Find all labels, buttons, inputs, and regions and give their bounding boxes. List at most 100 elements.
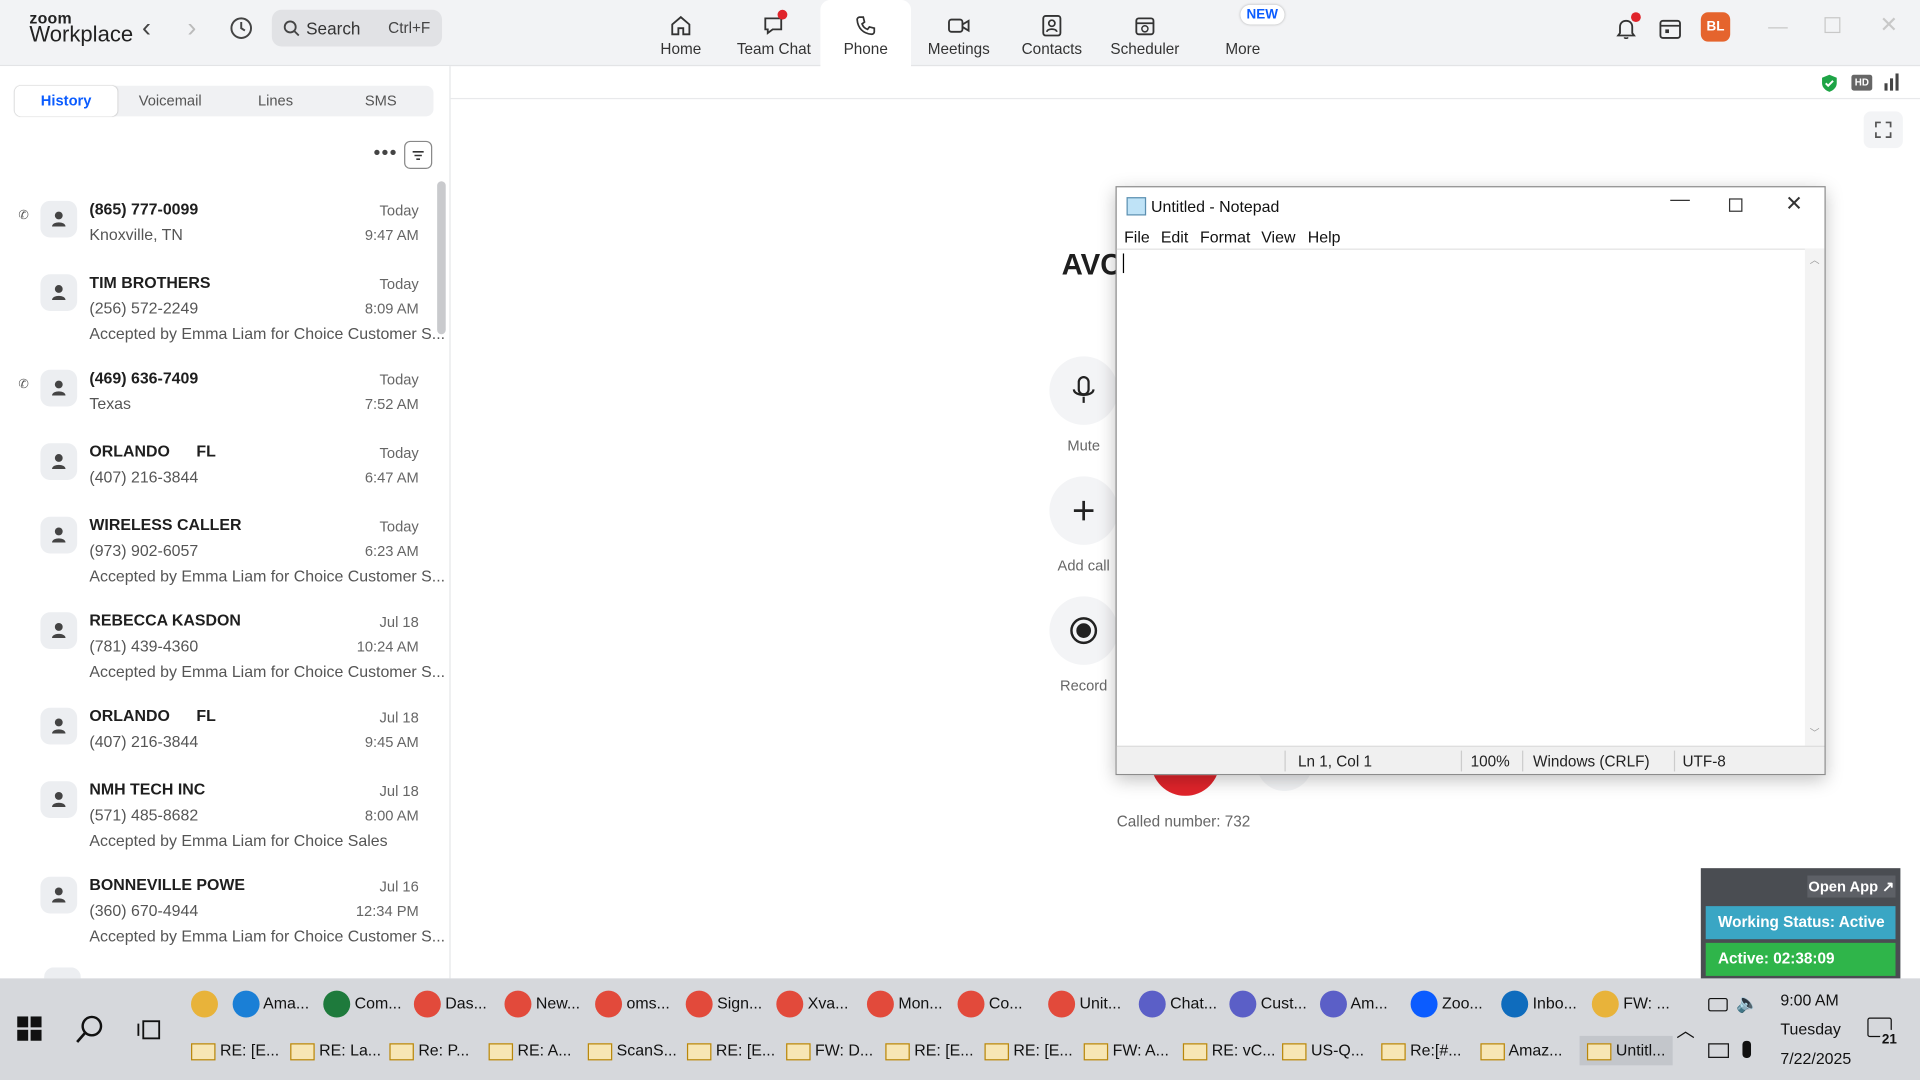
taskbar-app-button[interactable]: oms... — [595, 990, 670, 1018]
close-icon[interactable]: ✕ — [1880, 12, 1898, 38]
tab-voicemail[interactable]: Voicemail — [118, 86, 223, 117]
taskbar-window-button[interactable]: RE: La... — [290, 1041, 381, 1060]
taskbar-window-button[interactable]: RE: vC... — [1182, 1041, 1275, 1060]
taskbar-app-button[interactable] — [191, 990, 218, 1018]
history-row[interactable]: ORLANDO FL (407) 216-3844 Jul 18 9:45 AM — [0, 703, 441, 776]
taskbar-window-button[interactable]: Re: P... — [389, 1041, 469, 1060]
history-row[interactable]: ✆ (469) 636-7409 Texas Today 7:52 AM — [0, 365, 441, 438]
taskbar-app-button[interactable]: Co... — [957, 990, 1023, 1018]
chevron-up-icon[interactable]: ︿ — [1676, 1018, 1694, 1044]
tab-team-chat[interactable]: Team Chat — [727, 0, 820, 66]
taskbar-window-button[interactable]: FW: D... — [786, 1041, 873, 1060]
tab-more[interactable]: NEW More — [1196, 0, 1289, 66]
taskbar-app-button[interactable]: Zoo... — [1410, 990, 1483, 1018]
record-button[interactable] — [1049, 596, 1118, 665]
notepad-maximize-icon[interactable] — [1728, 198, 1743, 212]
call-note: Accepted by Emma Liam for Choice Sales — [89, 831, 388, 850]
menu-edit[interactable]: Edit — [1161, 228, 1188, 246]
history-row[interactable]: REBECCA KASDON (781) 439-4360 Accepted by … — [0, 607, 445, 703]
filter-button[interactable] — [404, 140, 433, 169]
mute-button[interactable] — [1049, 356, 1118, 425]
taskbar-window-button[interactable]: RE: [E... — [984, 1041, 1073, 1060]
more-options-icon[interactable]: ••• — [373, 143, 397, 165]
history-clock-icon[interactable] — [228, 15, 255, 48]
taskbar-app-button[interactable]: New... — [504, 990, 580, 1018]
tab-contacts[interactable]: Contacts — [1005, 0, 1098, 66]
person-icon — [52, 527, 66, 543]
taskbar-app-button[interactable]: Das... — [413, 990, 487, 1018]
taskbar-app-button[interactable]: Mon... — [866, 990, 943, 1018]
taskbar-app-button[interactable]: Cust... — [1229, 990, 1307, 1018]
open-app-button[interactable]: Open App ↗ — [1807, 875, 1896, 898]
taskbar-window-button[interactable]: RE: [E... — [885, 1041, 974, 1060]
encoding: UTF-8 — [1682, 753, 1726, 771]
network-icon[interactable] — [1708, 1043, 1729, 1058]
history-row[interactable]: NMH TECH INC (571) 485-8682 Accepted by Em… — [0, 776, 441, 872]
tab-sms[interactable]: SMS — [328, 86, 433, 117]
tab-meetings[interactable]: Meetings — [912, 0, 1005, 66]
search-input[interactable]: Search Ctrl+F — [271, 9, 443, 47]
tab-phone[interactable]: Phone — [820, 0, 912, 68]
history-row[interactable]: BONNEVILLE POWE (360) 670-4944 Accepted by… — [0, 872, 445, 968]
taskbar-app-button[interactable]: FW: ... — [1591, 990, 1670, 1018]
taskbar-app-button[interactable]: Xva... — [776, 990, 848, 1018]
history-row[interactable]: WIRELESS CALLER (973) 902-6057 Accepted by… — [0, 512, 445, 608]
taskbar-window-button[interactable]: Amaz... — [1480, 1041, 1562, 1060]
mail-icon — [488, 1042, 514, 1060]
minimize-icon[interactable]: — — [1768, 17, 1788, 39]
taskbar-window-button[interactable]: RE: A... — [488, 1041, 571, 1060]
windows-taskbar: Ama... Com... Das... New... oms... Sign.… — [0, 978, 1920, 1080]
bell-icon[interactable] — [1613, 12, 1641, 48]
windows-start-icon[interactable] — [17, 1016, 42, 1047]
taskbar-app-button[interactable]: Unit... — [1048, 990, 1121, 1018]
tab-scheduler[interactable]: Scheduler — [1098, 0, 1191, 66]
expand-icon[interactable] — [1863, 111, 1903, 149]
taskbar-app-button[interactable]: Inbo... — [1501, 990, 1577, 1018]
taskbar-app-button[interactable]: Am... — [1320, 990, 1388, 1018]
taskbar-window-button[interactable]: ScanS... — [587, 1041, 677, 1060]
notepad-minimize-icon[interactable]: — — [1670, 190, 1690, 212]
history-row[interactable]: ✆ (865) 777-0099 Knoxville, TN Today 9:47 AM — [0, 196, 441, 269]
forward-arrow-icon[interactable]: › — [187, 14, 196, 42]
clock-time[interactable]: 9:00 AM — [1780, 991, 1838, 1009]
taskbar-app-button[interactable]: Ama... — [232, 990, 309, 1018]
menu-view[interactable]: View — [1261, 228, 1295, 246]
avatar[interactable]: BL — [1700, 12, 1731, 42]
person-icon — [52, 887, 66, 903]
task-view-icon[interactable] — [137, 1018, 161, 1049]
taskbar-app-button[interactable]: Com... — [323, 990, 402, 1018]
add-call-button[interactable] — [1049, 476, 1118, 545]
call-note: Accepted by Emma Liam for Choice Custome… — [89, 662, 446, 681]
app-icon — [1410, 990, 1438, 1018]
call-day: Jul 18 — [379, 613, 419, 631]
menu-file[interactable]: File — [1124, 228, 1150, 246]
taskbar-window-button[interactable]: US-Q... — [1282, 1041, 1364, 1060]
history-row[interactable]: TIM BROTHERS (256) 572-2249 Accepted by Em… — [0, 269, 445, 365]
app-icon — [232, 990, 260, 1018]
back-arrow-icon[interactable]: ‹ — [142, 14, 151, 42]
clock-date[interactable]: 7/22/2025 — [1780, 1049, 1851, 1067]
calendar-icon[interactable] — [1657, 15, 1684, 48]
clock-day[interactable]: Tuesday — [1780, 1020, 1840, 1038]
search-icon[interactable] — [75, 1014, 107, 1052]
battery-icon[interactable] — [1708, 997, 1728, 1012]
caller-detail: (781) 439-4360 — [89, 636, 199, 656]
maximize-icon[interactable] — [1824, 17, 1841, 34]
taskbar-window-button[interactable]: Re:[#... — [1381, 1041, 1461, 1060]
taskbar-window-button[interactable]: RE: [E... — [686, 1041, 775, 1060]
tab-home[interactable]: Home — [634, 0, 727, 66]
notepad-text-area[interactable] — [1116, 248, 1825, 746]
taskbar-app-button[interactable]: Chat... — [1138, 990, 1217, 1018]
taskbar-window-button[interactable]: FW: A... — [1083, 1041, 1169, 1060]
tab-history[interactable]: History — [14, 85, 118, 117]
notepad-close-icon[interactable]: ✕ — [1785, 192, 1802, 216]
notepad-scrollbar[interactable]: ︿ ﹀ — [1804, 248, 1825, 746]
menu-help[interactable]: Help — [1308, 228, 1341, 246]
history-row[interactable]: ORLANDO FL (407) 216-3844 Today 6:47 AM — [0, 438, 441, 511]
speaker-icon[interactable]: 🔈 — [1736, 992, 1759, 1014]
taskbar-app-button[interactable]: Sign... — [685, 990, 762, 1018]
menu-format[interactable]: Format — [1200, 228, 1250, 246]
taskbar-window-button[interactable]: RE: [E... — [191, 1041, 279, 1060]
taskbar-window-button[interactable]: Untitl... — [1579, 1035, 1673, 1065]
tab-lines[interactable]: Lines — [223, 86, 328, 117]
